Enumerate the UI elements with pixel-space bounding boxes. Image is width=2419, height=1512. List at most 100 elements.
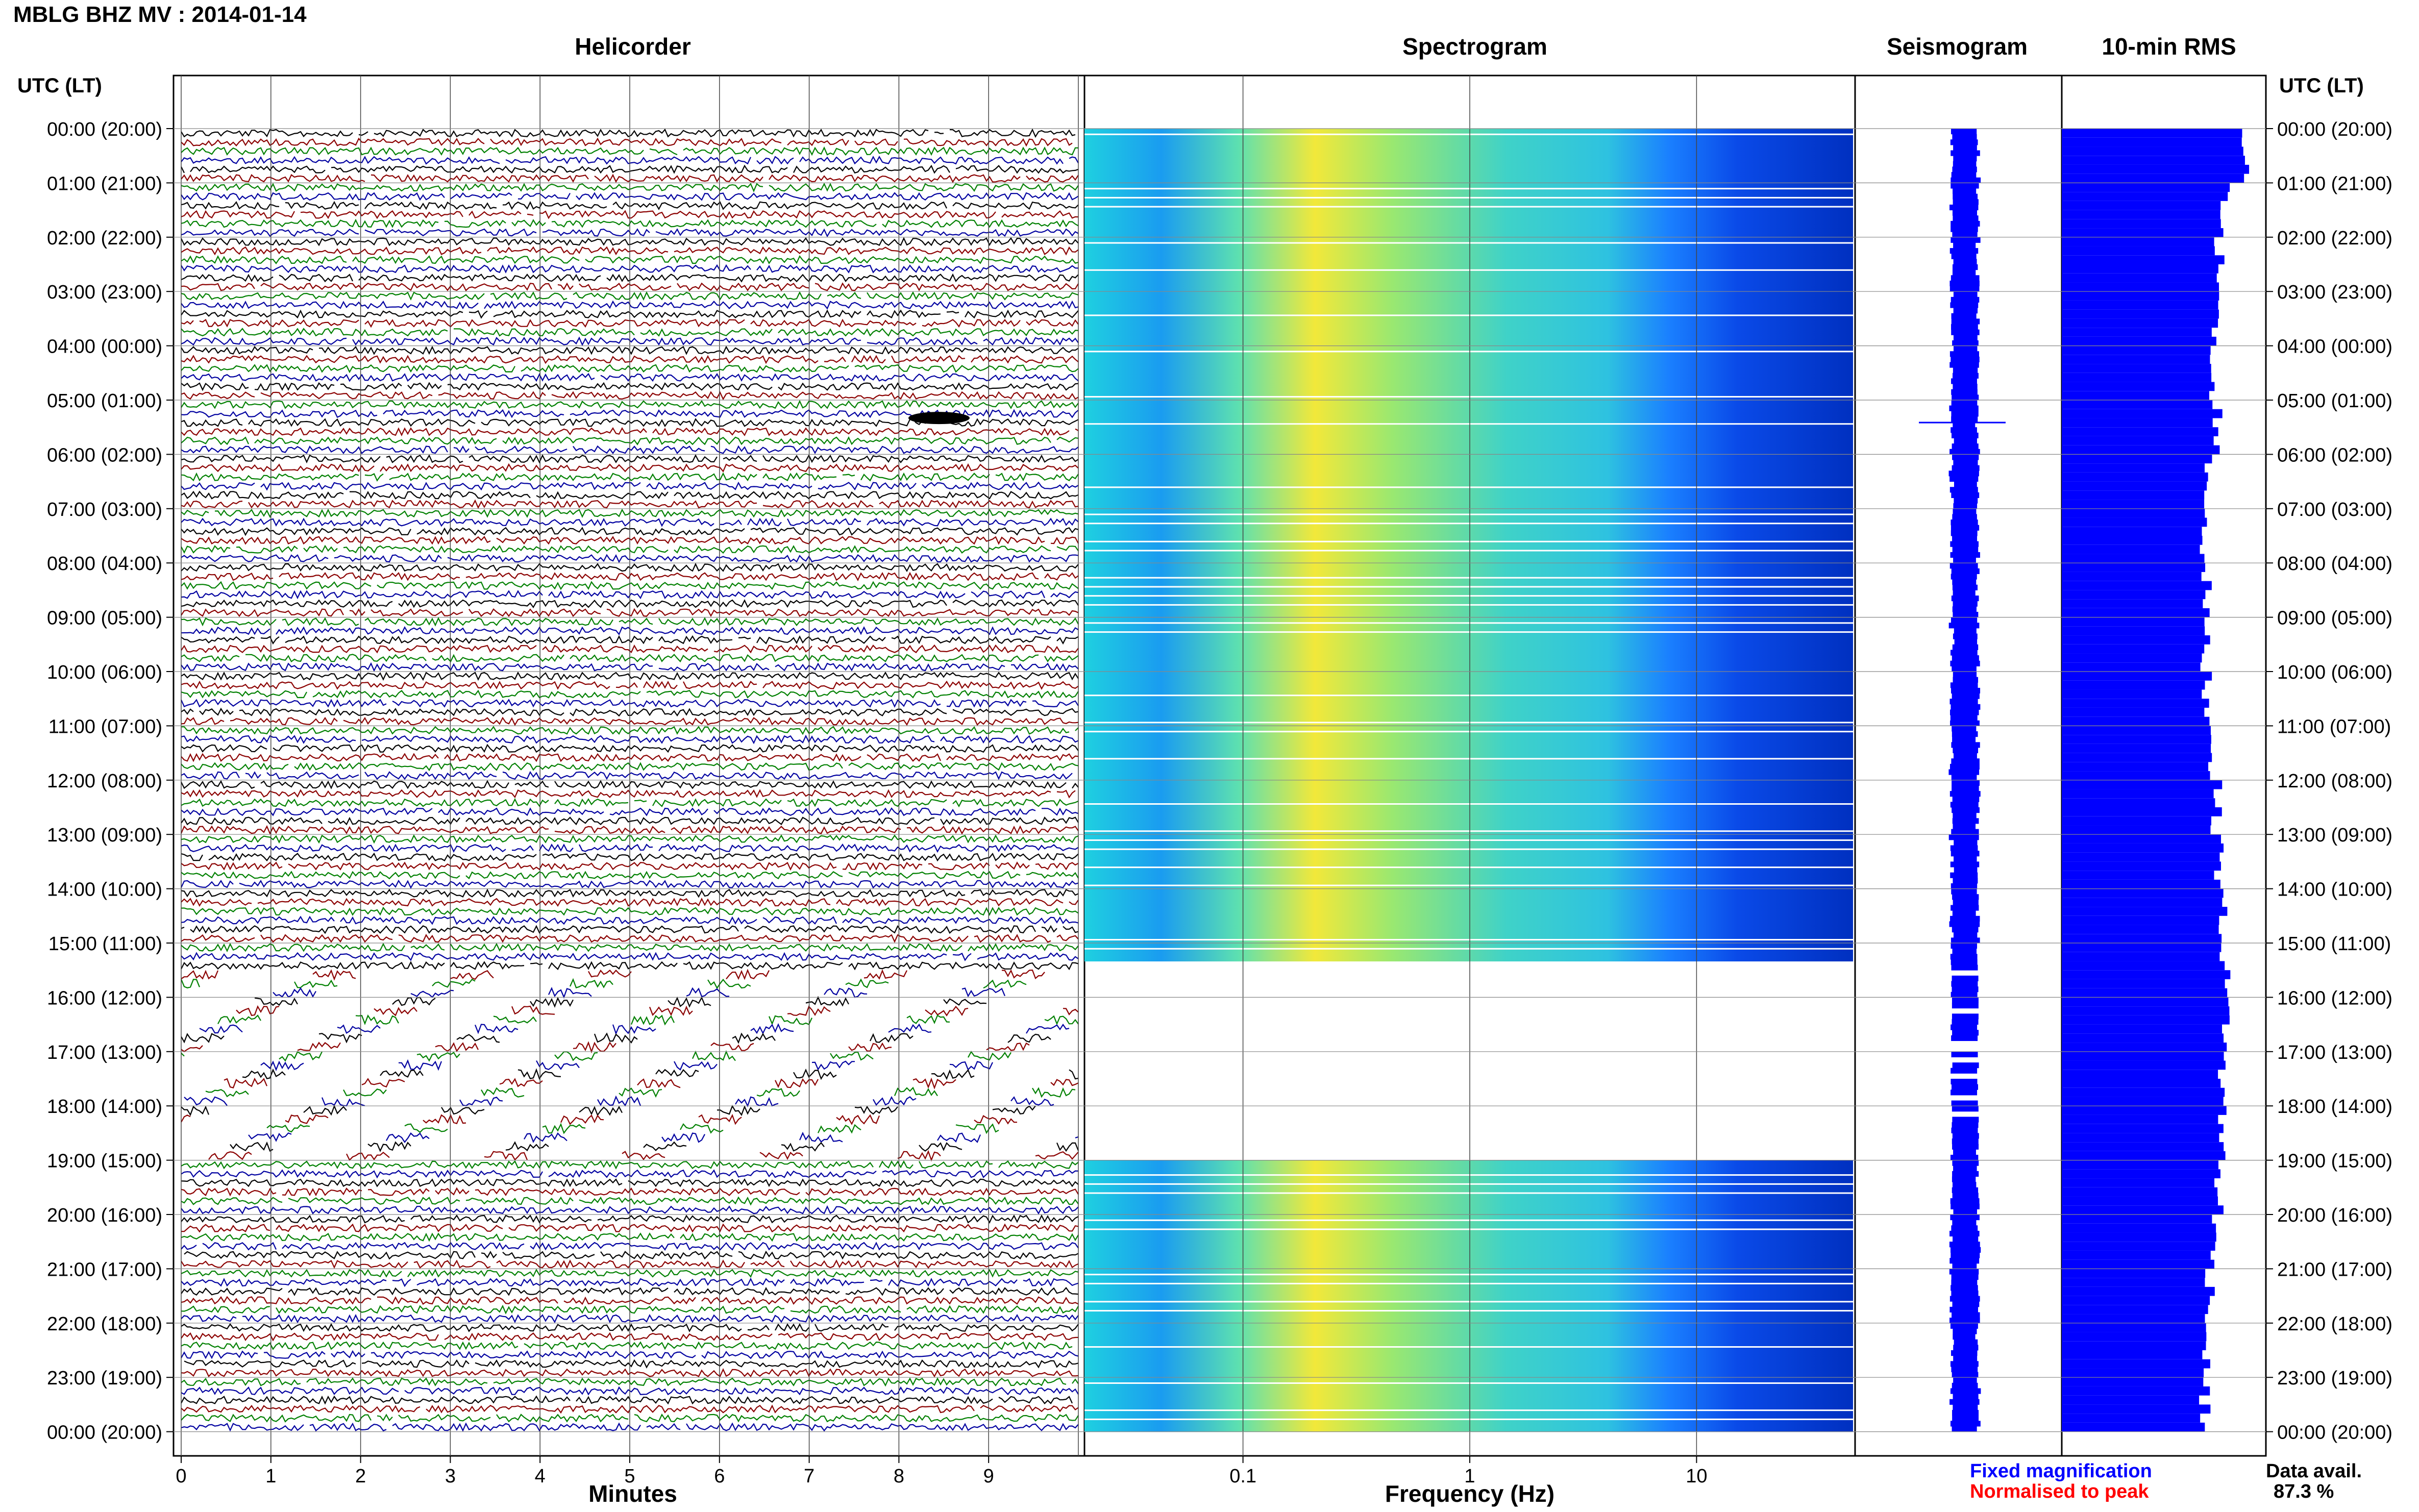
spectrogram-row: [1084, 1422, 1853, 1432]
spectrogram-row: [1084, 680, 1853, 690]
seismogram-segment: [1953, 188, 1977, 194]
spectrogram-gap-line: [1084, 803, 1853, 805]
spectrogram-row: [1084, 1314, 1853, 1324]
minute-tick-label: 8: [894, 1466, 904, 1487]
spectrogram-row: [1084, 599, 1853, 609]
spectrogram-gap-line: [1084, 1382, 1853, 1384]
spectrogram-gap-line: [1084, 423, 1853, 425]
rms-bar: [2062, 237, 2214, 246]
seismogram-segment: [1953, 747, 1979, 754]
seismogram-segment: [1950, 845, 1978, 851]
seismogram-segment: [1952, 1193, 1979, 1199]
seismogram-segment: [1951, 324, 1978, 330]
spectrogram-row: [1084, 391, 1853, 401]
legend-normalised-to-peak: Normalised to peak: [1970, 1481, 2149, 1502]
spectrogram-row: [1084, 183, 1853, 192]
spectrogram-row: [1084, 255, 1853, 265]
spectrogram-gap-line: [1084, 948, 1853, 950]
seismogram-segment: [1953, 1404, 1978, 1410]
seismogram-segment: [1951, 775, 1977, 781]
seismogram-segment: [1953, 590, 1976, 596]
seismogram-segment: [1953, 161, 1977, 167]
helicorder-trace: [181, 1104, 1036, 1117]
spectrogram-row: [1084, 1269, 1853, 1278]
rms-bar: [2062, 1232, 2216, 1242]
spectrogram-row: [1084, 146, 1853, 156]
spectrogram-gap-line: [1084, 1409, 1853, 1411]
spectrogram-row: [1084, 490, 1853, 500]
spectrogram-gap-line: [1084, 577, 1853, 579]
seismogram-segment: [1950, 302, 1979, 308]
spectrogram-row: [1084, 780, 1853, 790]
rms-bar: [2062, 1242, 2215, 1251]
spectrogram-row: [1084, 1296, 1853, 1305]
spectrogram-gap-line: [1084, 351, 1853, 353]
frequency-axis-label: Frequency (Hz): [1385, 1480, 1555, 1507]
seismogram-segment: [1949, 405, 1979, 411]
rms-bar: [2062, 1278, 2205, 1287]
seismogram-segment: [1952, 1176, 1976, 1182]
seismogram-segment: [1952, 606, 1977, 612]
spectrogram-row: [1084, 373, 1853, 383]
seismogram-segment: [1952, 796, 1980, 802]
helicorder-trace: [236, 1005, 1079, 1017]
spectrogram-row: [1084, 1341, 1853, 1351]
seismogram-segment: [1954, 628, 1977, 634]
rms-bar: [2062, 1214, 2212, 1224]
spectrogram-gap-line: [1084, 622, 1853, 624]
rms-bar: [2062, 1178, 2215, 1187]
seismogram-segment: [1953, 611, 1979, 618]
rms-bar: [2062, 1323, 2206, 1332]
seismogram-segment: [1951, 1279, 1978, 1285]
spectrogram-gap-line: [1084, 1301, 1853, 1303]
spectrogram-row: [1084, 201, 1853, 211]
rms-bar: [2062, 418, 2213, 428]
seismogram-segment: [1950, 1323, 1978, 1329]
spectrogram-row: [1084, 517, 1853, 527]
hour-label-left: 21:00 (17:00): [47, 1259, 162, 1280]
spectrogram-row: [1084, 173, 1853, 183]
seismogram-segment: [1951, 617, 1978, 623]
spectrogram-row: [1084, 472, 1853, 482]
hour-label-right: 13:00 (09:00): [2277, 825, 2392, 846]
rms-bar: [2062, 1114, 2218, 1124]
seismogram-segment: [1952, 1138, 1979, 1145]
hour-label-right: 12:00 (08:00): [2277, 771, 2392, 792]
spectrogram-row: [1084, 328, 1853, 337]
seismogram-segment: [1953, 144, 1977, 151]
spectrogram-row: [1084, 1178, 1853, 1188]
seismogram-segment: [1950, 1421, 1981, 1427]
seismogram-segment: [1952, 644, 1979, 650]
spectrogram-row: [1084, 400, 1853, 410]
hour-label-right: 04:00 (00:00): [2277, 336, 2392, 358]
rms-bar: [2062, 1151, 2226, 1160]
seismogram-segment: [1951, 318, 1980, 325]
seismogram-segment: [1949, 921, 1980, 927]
spectrogram-row: [1084, 644, 1853, 654]
spectrogram-row: [1084, 689, 1853, 699]
spectrogram-row: [1084, 1259, 1853, 1269]
rms-bar: [2062, 1033, 2224, 1043]
seismogram-segment: [1951, 1252, 1980, 1258]
seismogram-segment: [1951, 992, 1978, 998]
rms-bar: [2062, 1269, 2206, 1278]
rms-bar: [2062, 146, 2243, 156]
seismogram-segment: [1951, 329, 1980, 335]
seismogram-segment: [1949, 1399, 1980, 1405]
seismogram-segment: [1951, 937, 1980, 944]
seismogram-segment: [1954, 839, 1978, 846]
seismogram-segment: [1952, 726, 1977, 732]
seismogram-spike: [1919, 422, 2006, 424]
seismogram-segment: [1954, 438, 1977, 444]
helicorder-trace: [217, 1014, 1079, 1026]
rms-bar: [2062, 382, 2215, 391]
spectrogram-gap-line: [1084, 513, 1853, 515]
rms-bar: [2062, 246, 2215, 256]
rms-bar: [2062, 807, 2222, 816]
spectrogram-gap-line: [1084, 196, 1853, 199]
seismogram-segment: [1951, 427, 1977, 433]
spectrogram-row: [1084, 318, 1853, 328]
seismogram-segment: [1949, 362, 1979, 368]
seismogram-segment: [1953, 508, 1977, 514]
spectrogram-row: [1084, 1250, 1853, 1260]
